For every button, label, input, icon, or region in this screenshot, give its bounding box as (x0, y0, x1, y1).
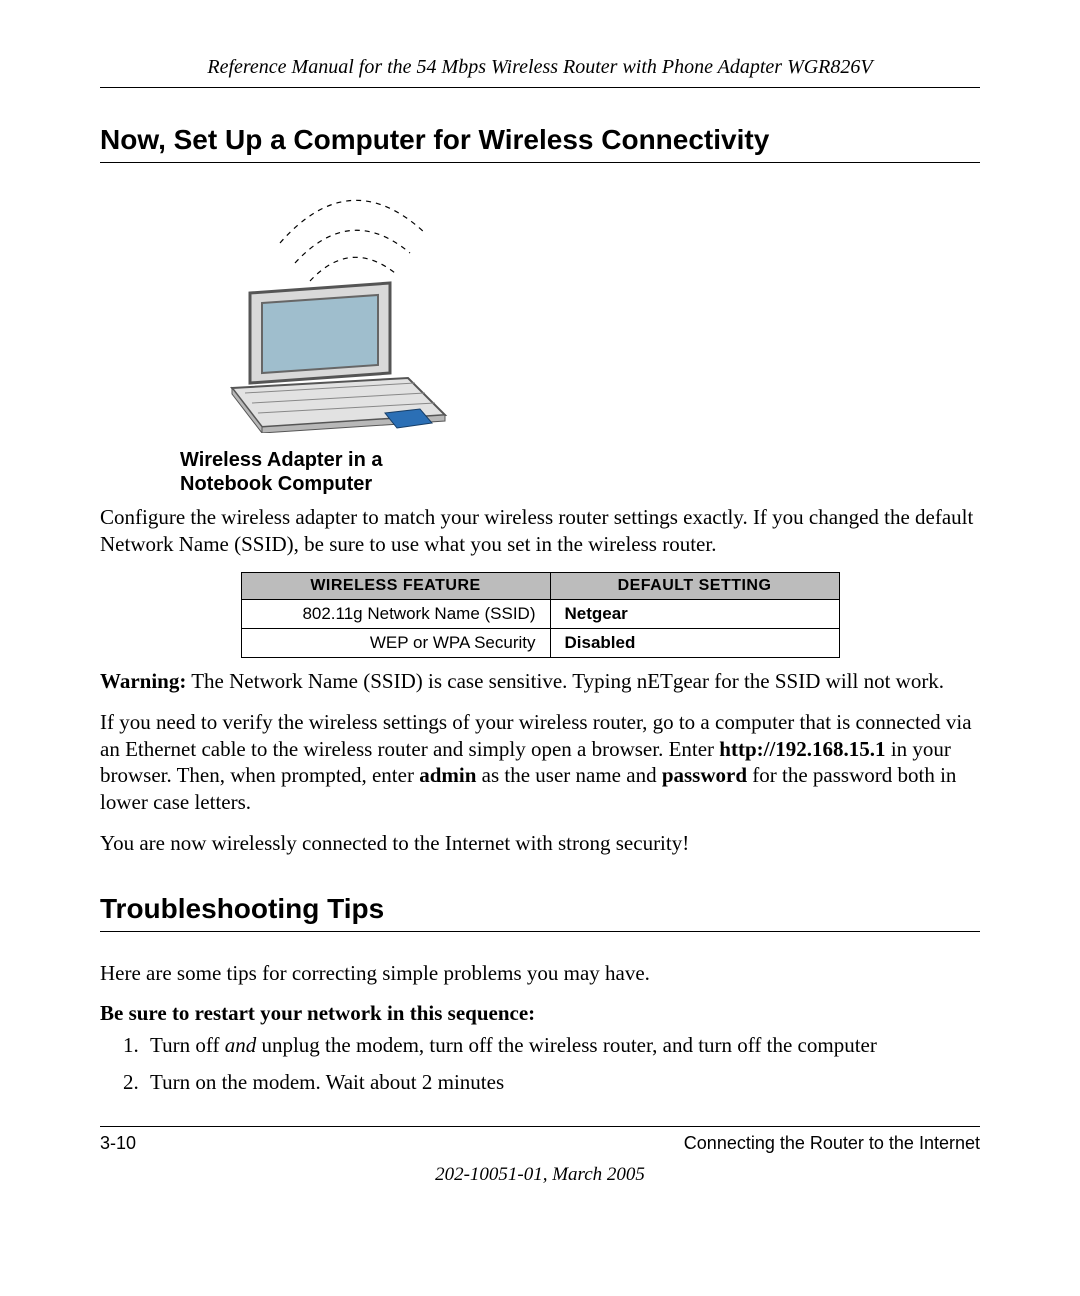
chapter-title: Connecting the Router to the Internet (684, 1133, 980, 1154)
cell-value: Netgear (550, 599, 839, 628)
table-header-default: Default Setting (550, 572, 839, 599)
paragraph-connected: You are now wirelessly connected to the … (100, 830, 980, 857)
paragraph-warning: Warning: The Network Name (SSID) is case… (100, 668, 980, 695)
doc-id-date: 202-10051-01, March 2005 (100, 1164, 980, 1186)
cell-value: Disabled (550, 628, 839, 657)
text: Turn off (150, 1033, 225, 1057)
running-header: Reference Manual for the 54 Mbps Wireles… (100, 56, 980, 88)
admin-password: password (662, 763, 747, 787)
list-item: Turn off and unplug the modem, turn off … (144, 1032, 980, 1059)
caption-line2: Notebook Computer (180, 473, 372, 495)
cell-feature: 802.11g Network Name (SSID) (241, 599, 550, 628)
router-url: http://192.168.15.1 (719, 737, 885, 761)
warning-label: Warning: (100, 669, 186, 693)
manual-page: Reference Manual for the 54 Mbps Wireles… (0, 0, 1080, 1226)
admin-username: admin (419, 763, 476, 787)
figure-laptop-wireless (210, 193, 980, 438)
emphasis-and: and (225, 1033, 257, 1057)
section-heading-troubleshooting: Troubleshooting Tips (100, 893, 980, 932)
section-heading-setup: Now, Set Up a Computer for Wireless Conn… (100, 124, 980, 163)
table-row: 802.11g Network Name (SSID) Netgear (241, 599, 839, 628)
laptop-wireless-icon (210, 193, 470, 433)
paragraph-tips-intro: Here are some tips for correcting simple… (100, 960, 980, 987)
caption-line1: Wireless Adapter in a (180, 449, 382, 471)
list-item: Turn on the modem. Wait about 2 minutes (144, 1069, 980, 1096)
page-footer: 3-10 Connecting the Router to the Intern… (100, 1126, 980, 1186)
figure-caption: Wireless Adapter in a Notebook Computer (180, 448, 980, 496)
wireless-settings-table: Wireless Feature Default Setting 802.11g… (241, 572, 840, 658)
table-row: WEP or WPA Security Disabled (241, 628, 839, 657)
paragraph-configure: Configure the wireless adapter to match … (100, 504, 980, 558)
text: as the user name and (476, 763, 661, 787)
restart-sequence-heading: Be sure to restart your network in this … (100, 1001, 980, 1026)
text: unplug the modem, turn off the wireless … (256, 1033, 877, 1057)
restart-steps-list: Turn off and unplug the modem, turn off … (100, 1032, 980, 1097)
warning-text: The Network Name (SSID) is case sensitiv… (186, 669, 944, 693)
table-header-feature: Wireless Feature (241, 572, 550, 599)
paragraph-verify: If you need to verify the wireless setti… (100, 709, 980, 817)
cell-feature: WEP or WPA Security (241, 628, 550, 657)
page-number: 3-10 (100, 1133, 136, 1154)
